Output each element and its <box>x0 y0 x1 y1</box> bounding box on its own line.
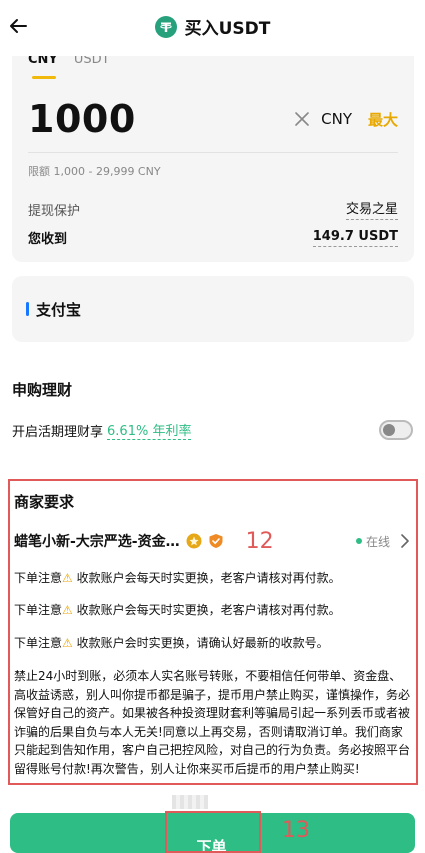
annotation-box-13 <box>165 811 261 853</box>
warning-icon: ⚠ <box>62 636 73 650</box>
notice-prefix: 下单注意 <box>14 571 63 585</box>
notice-text: 收款账户会时实更换，请确认好最新的收款号。 <box>72 636 329 650</box>
online-label: 在线 <box>365 534 390 549</box>
merchant-row[interactable]: 蜡笔小新-大宗严选-资金… 12 在线 <box>14 528 410 554</box>
earn-section-title: 申购理财 <box>12 381 73 399</box>
receive-value: 149.7 USDT <box>312 229 398 247</box>
amount-row: 1000 CNY 最大 <box>28 94 398 144</box>
shield-badge-icon <box>209 534 223 548</box>
payment-method-card[interactable]: 支付宝 <box>12 276 414 342</box>
merchant-section-title: 商家要求 <box>14 493 75 511</box>
clear-icon[interactable] <box>293 110 311 128</box>
annotation-12: 12 <box>245 528 274 554</box>
amount-currency: CNY <box>321 110 352 128</box>
max-button[interactable]: 最大 <box>368 109 398 130</box>
toggle-knob <box>383 424 395 436</box>
chevron-right-icon[interactable] <box>400 534 410 548</box>
warning-icon: ⚠ <box>62 603 73 617</box>
long-notice: 禁止24小时到账，必须本人实名账号转账，不要相信任何带单、资金盘、高收益诱惑，别… <box>14 669 411 776</box>
payment-method-label: 支付宝 <box>36 301 82 319</box>
gold-badge-icon <box>186 533 202 549</box>
warning-icon: ⚠ <box>62 571 73 585</box>
payment-color-bar <box>26 302 29 316</box>
merchant-requirements: 商家要求 蜡笔小新-大宗严选-资金… 12 在线 下单注意⚠ 收款账户会每天时实… <box>8 479 418 785</box>
blurred-watermark <box>172 795 208 809</box>
earn-rate[interactable]: 6.61% 年利率 <box>107 420 192 440</box>
amount-input[interactable]: 1000 <box>28 97 293 141</box>
annotation-13: 13 <box>282 818 310 843</box>
earn-row: 开启活期理财享 6.61% 年利率 <box>12 418 415 442</box>
notice-line: 下单注意⚠ 收款账户会时实更换，请确认好最新的收款号。 <box>14 634 410 652</box>
protection-row: 提现保护 交易之星 <box>28 198 398 220</box>
page-title: 买入USDT <box>184 19 271 39</box>
merchant-name: 蜡笔小新-大宗严选-资金… <box>14 534 180 550</box>
limit-text: 限额 1,000 - 29,999 CNY <box>28 165 161 178</box>
notice-text: 收款账户会每天时实更换，老客户请核对再付款。 <box>72 603 341 617</box>
notice-prefix: 下单注意 <box>14 603 63 617</box>
protection-value[interactable]: 交易之星 <box>345 198 398 220</box>
divider <box>28 152 398 153</box>
online-dot-icon <box>355 538 362 544</box>
notice-line: 下单注意⚠ 收款账户会每天时实更换，老客户请核对再付款。 <box>14 569 410 587</box>
tether-logo-icon <box>154 15 177 38</box>
amount-card: CNY USDT 1000 CNY 最大 限额 1,000 - 29,999 C… <box>12 40 414 262</box>
page-title-group: 买入USDT <box>0 14 425 39</box>
protection-label: 提现保护 <box>28 203 81 219</box>
notice-prefix: 下单注意 <box>14 636 63 650</box>
receive-row: 您收到 149.7 USDT <box>28 228 398 247</box>
notice-line: 下单注意⚠ 收款账户会每天时实更换，老客户请核对再付款。 <box>14 601 410 619</box>
notice-text: 收款账户会每天时实更换，老客户请核对再付款。 <box>72 571 341 585</box>
online-status: 在线 <box>355 533 410 550</box>
earn-label: 开启活期理财享 <box>12 424 104 440</box>
header: 买入USDT <box>0 0 425 56</box>
earn-toggle[interactable] <box>379 420 413 440</box>
receive-label: 您收到 <box>28 232 68 247</box>
